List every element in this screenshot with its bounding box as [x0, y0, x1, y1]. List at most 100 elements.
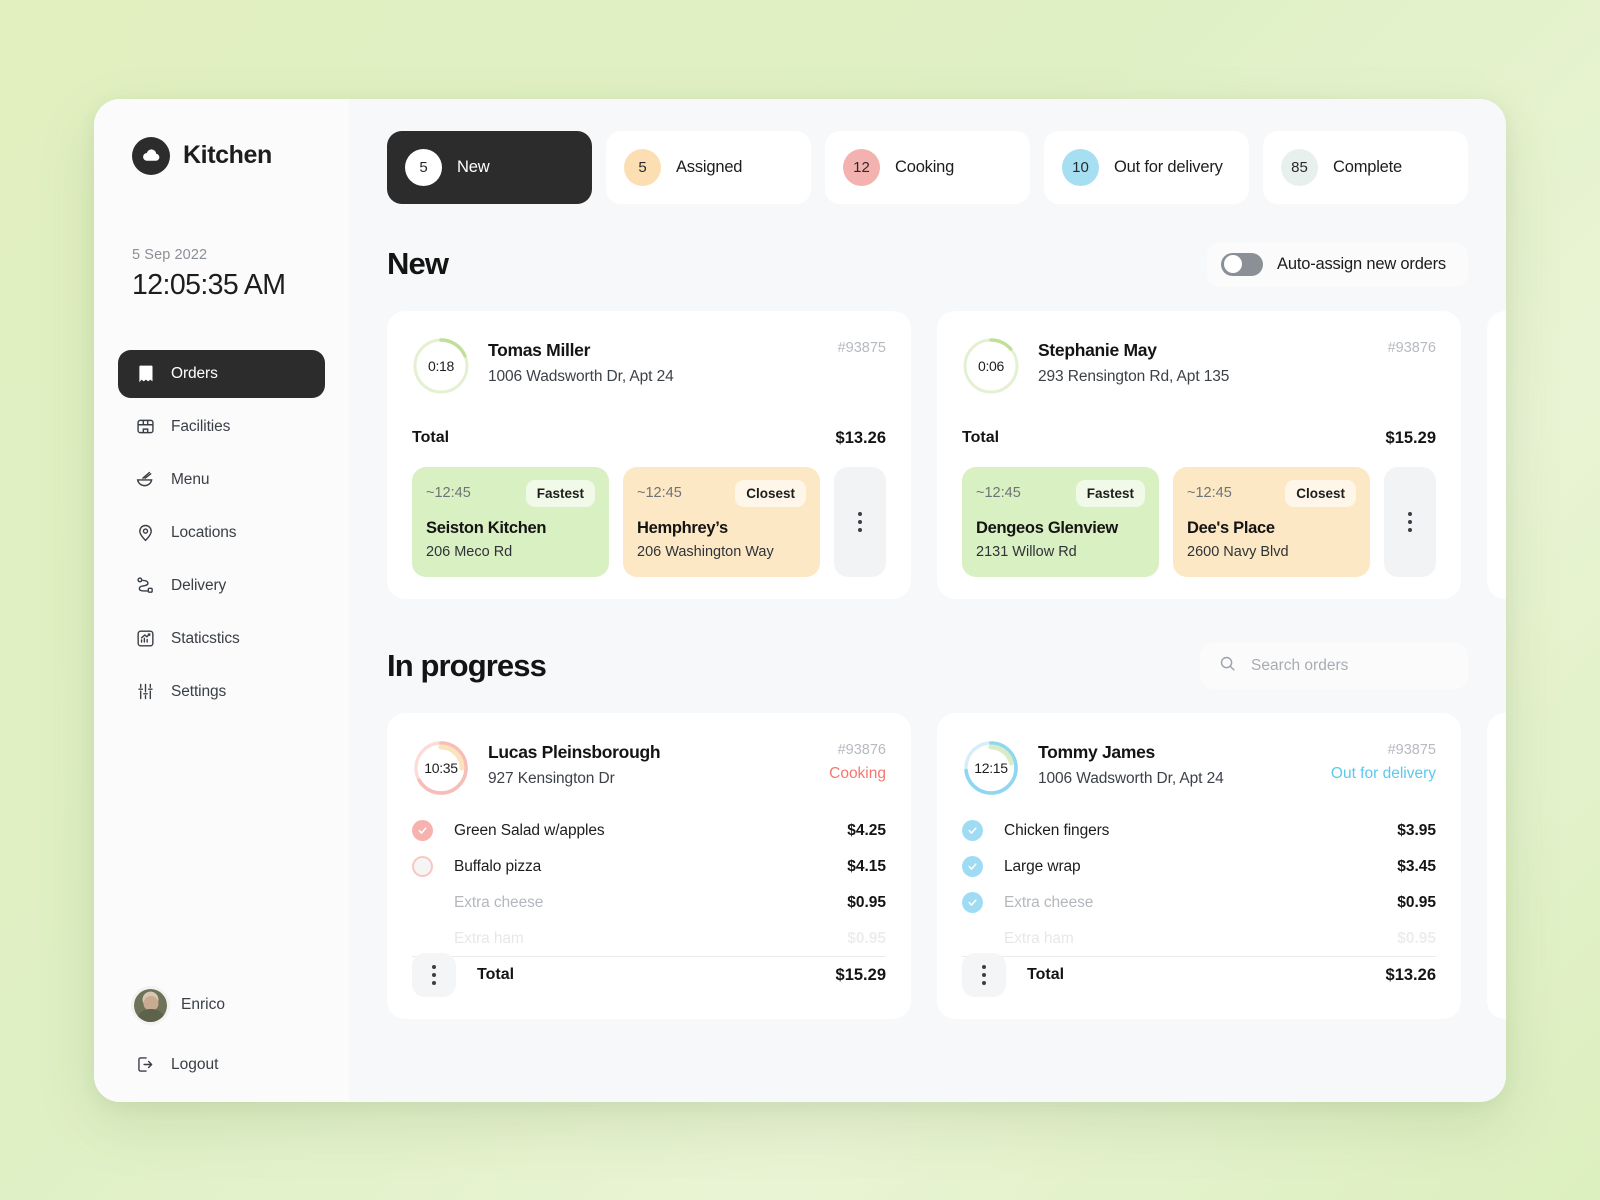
item-price: $0.95 — [847, 929, 886, 947]
sidebar-item-statistics[interactable]: Staticstics — [118, 615, 325, 663]
order-card[interactable]: 10:35 Lucas Pleinsborough 927 Kensington… — [387, 712, 911, 1019]
pending-icon[interactable] — [412, 856, 433, 877]
check-icon[interactable] — [962, 856, 983, 877]
kitchen-name: Seiston Kitchen — [426, 518, 547, 537]
order-card[interactable]: 12:15 Tommy James 1006 Wadsworth Dr, Apt… — [937, 712, 1461, 1019]
order-header: 10:35 Lucas Pleinsborough 927 Kensington… — [412, 739, 886, 797]
user-row[interactable]: Enrico — [118, 988, 325, 1022]
logout-button[interactable]: Logout — [118, 1054, 325, 1076]
total-label: Total — [412, 429, 450, 446]
kitchen-eta: ~12:45 — [426, 485, 471, 501]
order-meta: #93876 Cooking — [829, 739, 886, 783]
sidebar-item-settings[interactable]: Settings — [118, 668, 325, 716]
tab-count-badge: 5 — [405, 148, 442, 186]
kitchen-option-fastest[interactable]: ~12:45 Fastest Dengeos Glenview 2131 Wil… — [962, 466, 1159, 577]
auto-assign-toggle[interactable]: Auto-assign new orders — [1207, 241, 1468, 287]
check-icon[interactable] — [412, 820, 433, 841]
clock-date: 5 Sep 2022 — [132, 246, 208, 263]
sidebar-item-orders[interactable]: Orders — [118, 349, 325, 398]
order-header: 0:18 Tomas Miller 1006 Wadsworth Dr, Apt… — [412, 337, 886, 395]
kitchen-option-closest[interactable]: ~12:45 Closest Hemphrey’s 206 Washington… — [623, 466, 820, 577]
order-id: #93875 — [837, 339, 886, 356]
route-icon — [134, 575, 156, 597]
brand-name: Kitchen — [183, 141, 272, 169]
order-item[interactable]: Chicken fingers $3.95 — [962, 813, 1436, 849]
item-name: Extra ham — [454, 929, 524, 947]
order-item[interactable]: Extra ham $0.95 — [412, 921, 886, 957]
kitchen-eta: ~12:45 — [637, 485, 682, 501]
order-card[interactable]: 0:06 Stephanie May 293 Rensington Rd, Ap… — [937, 310, 1461, 599]
tab-new[interactable]: 5 New — [387, 130, 592, 204]
customer-block: Tommy James 1006 Wadsworth Dr, Apt 24 — [1038, 739, 1313, 788]
order-card-partial[interactable] — [1487, 310, 1506, 599]
total-value: $15.29 — [1385, 428, 1436, 447]
order-item[interactable]: Large wrap $3.45 — [962, 849, 1436, 885]
kitchen-option-top: ~12:45 Fastest — [976, 479, 1145, 507]
order-card[interactable]: 0:18 Tomas Miller 1006 Wadsworth Dr, Apt… — [387, 310, 911, 599]
customer-name: Stephanie May — [1038, 339, 1157, 360]
sliders-icon — [134, 681, 156, 703]
customer-block: Stephanie May 293 Rensington Rd, Apt 135 — [1038, 337, 1370, 386]
order-more-button[interactable] — [962, 952, 1006, 997]
auto-assign-label: Auto-assign new orders — [1277, 254, 1446, 273]
kitchen-option-fastest[interactable]: ~12:45 Fastest Seiston Kitchen 206 Meco … — [412, 466, 609, 577]
timer-label: 0:18 — [427, 357, 455, 374]
customer-name: Tommy James — [1038, 741, 1155, 762]
order-card-partial[interactable] — [1487, 712, 1506, 1019]
sidebar-item-delivery[interactable]: Delivery — [118, 562, 325, 610]
main-content: 5 New 5 Assigned 12 Cooking 10 Out for d… — [349, 99, 1506, 1102]
item-name: Buffalo pizza — [454, 857, 542, 875]
order-item[interactable]: Green Salad w/apples $4.25 — [412, 813, 886, 849]
check-icon[interactable] — [962, 892, 983, 913]
kitchen-option-closest[interactable]: ~12:45 Closest Dee's Place 2600 Navy Blv… — [1173, 466, 1370, 577]
sidebar-item-label: Orders — [171, 364, 218, 382]
order-timer-ring: 0:06 — [962, 337, 1020, 395]
status-tabs: 5 New 5 Assigned 12 Cooking 10 Out for d… — [387, 130, 1506, 204]
item-name: Extra cheese — [1004, 893, 1094, 911]
kitchen-address: 2600 Navy Blvd — [1187, 543, 1289, 560]
order-item[interactable]: Extra cheese $0.95 — [962, 885, 1436, 921]
order-more-button[interactable] — [412, 952, 456, 997]
sidebar-item-locations[interactable]: Locations — [118, 509, 325, 557]
more-icon — [1408, 511, 1412, 532]
toggle-switch[interactable] — [1221, 252, 1264, 276]
sidebar-item-menu[interactable]: Menu — [118, 456, 325, 504]
order-more-button[interactable] — [834, 466, 886, 577]
item-name: Extra ham — [1004, 929, 1074, 947]
order-item[interactable]: Extra ham $0.95 — [962, 921, 1436, 957]
order-header: 12:15 Tommy James 1006 Wadsworth Dr, Apt… — [962, 739, 1436, 797]
item-name: Extra cheese — [454, 893, 544, 911]
sidebar-item-label: Settings — [171, 682, 227, 700]
kitchen-option-top: ~12:45 Fastest — [426, 479, 595, 507]
search-orders[interactable] — [1200, 642, 1468, 689]
tab-count-badge: 10 — [1062, 148, 1099, 186]
tab-count-badge: 5 — [624, 148, 661, 186]
check-icon[interactable] — [962, 820, 983, 841]
item-name: Chicken fingers — [1004, 821, 1110, 839]
customer-address: 1006 Wadsworth Dr, Apt 24 — [1038, 769, 1224, 787]
cloud-icon — [132, 136, 170, 175]
item-price: $3.45 — [1397, 857, 1436, 875]
more-icon — [858, 511, 862, 532]
user-name: Enrico — [181, 996, 225, 1013]
sidebar-item-facilities[interactable]: Facilities — [118, 403, 325, 451]
total-value: $13.26 — [835, 428, 886, 447]
tab-label: Out for delivery — [1114, 157, 1223, 176]
new-section-header: New Auto-assign new orders — [387, 241, 1506, 287]
building-icon — [134, 416, 156, 438]
total-label: Total — [1027, 966, 1065, 983]
progress-section-header: In progress — [387, 642, 1506, 689]
order-more-button[interactable] — [1384, 466, 1436, 577]
tab-out-for-delivery[interactable]: 10 Out for delivery — [1044, 130, 1249, 204]
order-item[interactable]: Extra cheese $0.95 — [412, 885, 886, 921]
order-id: #93875 — [1387, 741, 1436, 758]
kitchen-address: 206 Meco Rd — [426, 543, 513, 560]
order-item[interactable]: Buffalo pizza $4.15 — [412, 849, 886, 885]
tab-complete[interactable]: 85 Complete — [1263, 130, 1468, 204]
item-price: $0.95 — [847, 893, 886, 911]
order-meta: #93876 — [1388, 337, 1436, 356]
timer-label: 0:06 — [977, 357, 1005, 374]
tab-cooking[interactable]: 12 Cooking — [825, 130, 1030, 204]
search-input[interactable] — [1251, 656, 1450, 675]
tab-assigned[interactable]: 5 Assigned — [606, 130, 811, 204]
